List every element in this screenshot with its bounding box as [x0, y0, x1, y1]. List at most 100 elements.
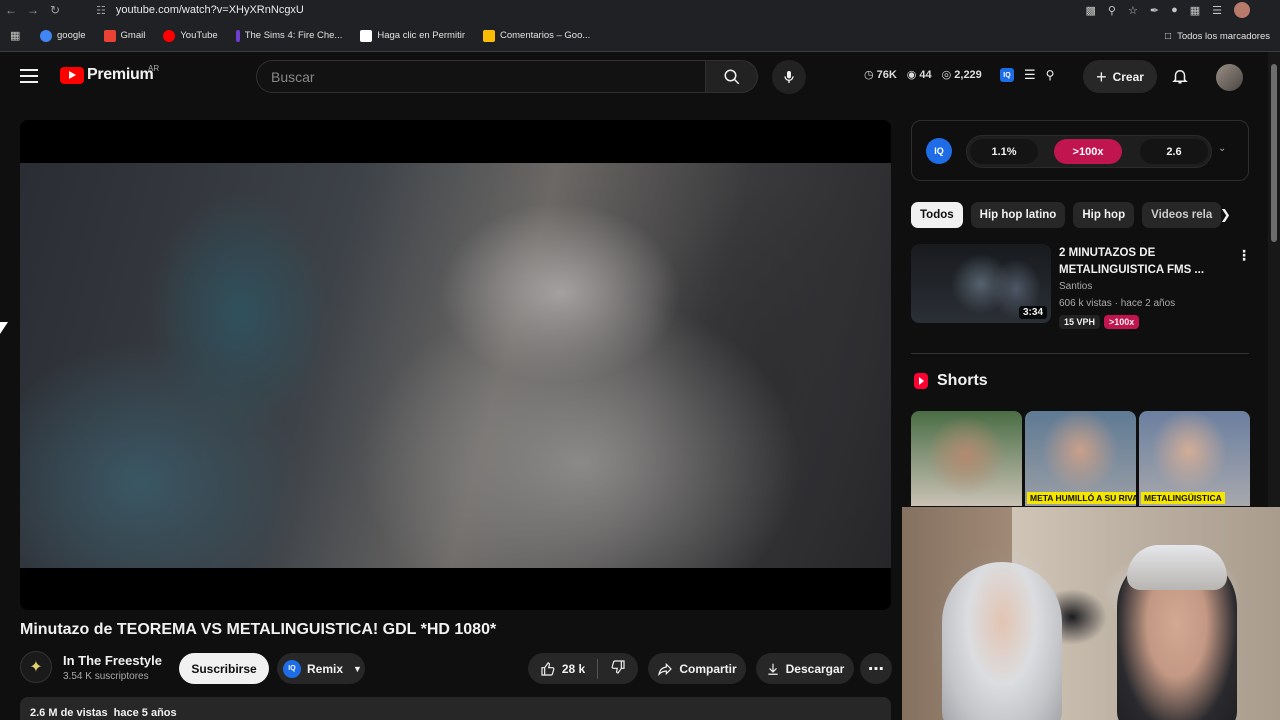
subscriber-count: 3.54 K suscriptores — [63, 671, 149, 682]
subscribe-button[interactable]: Suscribirse — [179, 653, 269, 684]
metric-engagement[interactable]: 1.1% — [970, 139, 1038, 164]
google-icon — [40, 29, 52, 42]
forward-icon[interactable]: → — [22, 0, 44, 20]
stat-views: ◉ 44 — [906, 68, 932, 82]
mouse-cursor — [0, 322, 8, 334]
recommended-title[interactable]: 2 MINUTAZOS DE METALINGUISTICA FMS ... — [1059, 245, 1219, 279]
trophy-icon[interactable]: ⚲ — [1046, 68, 1055, 82]
extension-icon[interactable]: ● — [1171, 4, 1178, 16]
shorts-heading: Shorts — [914, 372, 988, 390]
create-button[interactable]: + Crear — [1083, 60, 1157, 93]
recommended-badges: 15 VPH >100x — [1059, 315, 1140, 329]
youtube-play-icon — [60, 66, 84, 84]
extension-stats: ◷ 76K ◉ 44 ◎ 2,229 — [864, 68, 982, 82]
chevron-down-icon: ▼ — [353, 663, 362, 674]
bookmark-comentarios[interactable]: Comentarios – Goo... — [483, 29, 590, 42]
shorts-icon — [914, 373, 928, 389]
voice-search-button[interactable] — [772, 60, 806, 94]
bookmark-youtube[interactable]: YouTube — [163, 29, 218, 42]
reload-icon[interactable]: ↻ — [44, 0, 66, 20]
metric-score[interactable]: 2.6 — [1140, 139, 1208, 164]
more-actions-button[interactable]: ⋯ — [860, 653, 892, 684]
like-button[interactable]: 28 k — [540, 661, 585, 677]
notifications-button[interactable] — [1171, 66, 1189, 91]
view-count: 2.6 M de vistas — [30, 707, 108, 719]
reading-list-icon[interactable]: ☰ — [1212, 4, 1222, 17]
stat-watchers: ◎ 2,229 — [941, 68, 982, 82]
short-3[interactable]: METALINGÜISTICA — [1139, 411, 1250, 506]
recommended-meta: 606 k vistas · hace 2 años — [1059, 298, 1176, 309]
browser-profile-avatar[interactable] — [1234, 2, 1250, 18]
share-button[interactable]: Compartir — [648, 653, 746, 684]
chip-hip-hop-latino[interactable]: Hip hop latino — [970, 202, 1066, 228]
all-bookmarks[interactable]: □ Todos los marcadores — [1165, 20, 1270, 52]
apps-grid-icon[interactable]: ▦ — [10, 29, 24, 42]
url-field[interactable]: ☷ youtube.com/watch?v=XHyXRnNcgxU — [96, 0, 304, 20]
search-icon — [724, 69, 739, 84]
chip-videos-relacionados[interactable]: Videos rela — [1142, 202, 1222, 228]
more-horizontal-icon: ⋯ — [868, 660, 884, 678]
bookmark-gmail[interactable]: Gmail — [103, 29, 145, 42]
search-button[interactable] — [706, 60, 758, 93]
microphone-icon — [784, 71, 794, 83]
country-code: AR — [148, 64, 160, 73]
pen-extension-icon[interactable]: ✒ — [1150, 4, 1159, 17]
bookmark-sims[interactable]: The Sims 4: Fire Che... — [235, 29, 342, 42]
bell-icon — [1172, 70, 1188, 84]
video-player[interactable] — [20, 120, 891, 610]
recommended-thumbnail[interactable]: 3:34 — [911, 244, 1051, 323]
thumbs-up-icon — [541, 661, 555, 676]
recommended-video[interactable]: 3:34 2 MINUTAZOS DE METALINGUISTICA FMS … — [911, 244, 1251, 329]
download-button[interactable]: Descargar — [756, 653, 854, 684]
vidiq-icon[interactable]: IQ — [1000, 68, 1014, 82]
star-icon[interactable]: ☆ — [1128, 4, 1138, 17]
chevron-right-icon[interactable]: ❯ — [1220, 207, 1231, 223]
page-icon — [360, 29, 373, 42]
account-avatar[interactable] — [1216, 64, 1243, 91]
folder-icon: □ — [1165, 30, 1172, 42]
cast-icon[interactable]: ▩ — [1086, 4, 1096, 17]
eye-icon: ◉ — [906, 69, 917, 81]
bookmarks-bar: ▦ google Gmail YouTube The Sims 4: Fire … — [0, 20, 1280, 52]
short-caption: METALINGÜISTICA — [1141, 492, 1225, 504]
logo-text: Premium — [87, 66, 154, 83]
channel-avatar[interactable]: ✦ — [20, 651, 52, 683]
back-icon[interactable]: ← — [0, 0, 22, 20]
sims-icon — [235, 29, 240, 42]
outlier-badge: >100x — [1104, 315, 1140, 329]
site-settings-icon[interactable]: ☷ — [96, 4, 106, 17]
short-1[interactable] — [911, 411, 1022, 506]
vidiq-panel: IQ 1.1% >100x 2.6 ⌄ — [911, 120, 1249, 181]
channel-name[interactable]: In The Freestyle — [63, 653, 162, 668]
youtube-logo[interactable]: Premium AR — [60, 64, 159, 84]
browser-address-bar: ← → ↻ ☷ youtube.com/watch?v=XHyXRnNcgxU … — [0, 0, 1280, 20]
short-2[interactable]: META HUMILLÓ A SU RIVAL — [1025, 411, 1136, 506]
person-left — [942, 562, 1062, 720]
extension-icons: IQ ☰ ⚲ — [1000, 67, 1054, 83]
browser-toolbar-icons: ▩ ⚲ ☆ ✒ ● ▦ ☰ — [1086, 0, 1250, 20]
menu-icon[interactable] — [20, 69, 38, 83]
bookmark-permitir[interactable]: Haga clic en Permitir — [360, 29, 465, 42]
vidiq-logo-icon[interactable]: IQ — [926, 138, 952, 164]
section-divider — [911, 353, 1249, 354]
dislike-button[interactable] — [610, 659, 626, 678]
video-duration: 3:34 — [1018, 306, 1047, 319]
chevron-down-icon[interactable]: ⌄ — [1218, 143, 1226, 154]
chip-hip-hop[interactable]: Hip hop — [1073, 202, 1135, 228]
description-box[interactable]: 2.6 M de vistas hace 5 años — [20, 697, 891, 720]
more-vertical-icon[interactable]: ⋮ — [1237, 248, 1251, 262]
zoom-icon[interactable]: ⚲ — [1108, 4, 1116, 17]
search-input[interactable] — [257, 61, 705, 92]
download-icon — [767, 663, 778, 675]
list-icon[interactable]: ☰ — [1024, 67, 1036, 83]
bookmark-google[interactable]: google — [40, 29, 86, 42]
clock-icon: ◷ — [864, 69, 874, 81]
remix-button[interactable]: IQ Remix ▼ — [277, 653, 365, 684]
plus-icon: + — [1096, 66, 1107, 87]
scrollbar-thumb[interactable] — [1271, 64, 1277, 242]
metric-outlier[interactable]: >100x — [1054, 139, 1122, 164]
chip-todos[interactable]: Todos — [911, 202, 963, 228]
url-text: youtube.com/watch?v=XHyXRnNcgxU — [115, 4, 304, 16]
puzzle-icon[interactable]: ▦ — [1190, 4, 1200, 17]
recommended-channel[interactable]: Santios — [1059, 281, 1092, 292]
